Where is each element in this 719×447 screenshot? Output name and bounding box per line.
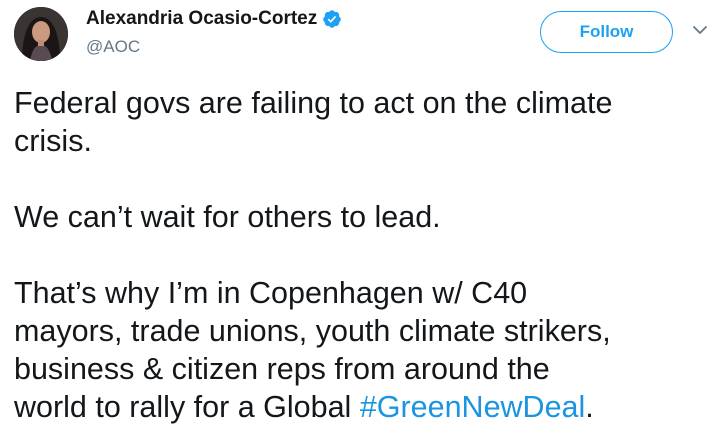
tweet-line: We can’t wait for others to lead.	[14, 200, 441, 234]
hashtag-link[interactable]: #GreenNewDeal	[360, 390, 585, 424]
tweet-header: Alexandria Ocasio-Cortez @AOC Follow	[0, 0, 719, 70]
tweet-text: Federal govs are failing to act on the c…	[14, 84, 714, 426]
author-name-row: Alexandria Ocasio-Cortez	[86, 7, 342, 31]
author-handle[interactable]: @AOC	[86, 37, 140, 57]
profile-photo-icon	[14, 7, 68, 61]
tweet-line-last: world to rally for a Global #GreenNewDea…	[14, 388, 714, 426]
tweet-line: crisis.	[14, 124, 92, 158]
tweet-line: business & citizen reps from around the	[14, 352, 550, 386]
tweet-line-prefix: world to rally for a Global	[14, 390, 360, 424]
tweet-line-suffix: .	[585, 390, 594, 424]
tweet-line: That’s why I’m in Copenhagen w/ C40	[14, 276, 528, 310]
chevron-down-icon[interactable]	[690, 20, 710, 40]
tweet-line: mayors, trade unions, youth climate stri…	[14, 314, 611, 348]
verified-badge-icon	[323, 10, 341, 28]
tweet-line: Federal govs are failing to act on the c…	[14, 86, 613, 120]
author-display-name[interactable]: Alexandria Ocasio-Cortez	[86, 7, 317, 31]
avatar[interactable]	[14, 7, 68, 61]
follow-button[interactable]: Follow	[540, 11, 673, 53]
